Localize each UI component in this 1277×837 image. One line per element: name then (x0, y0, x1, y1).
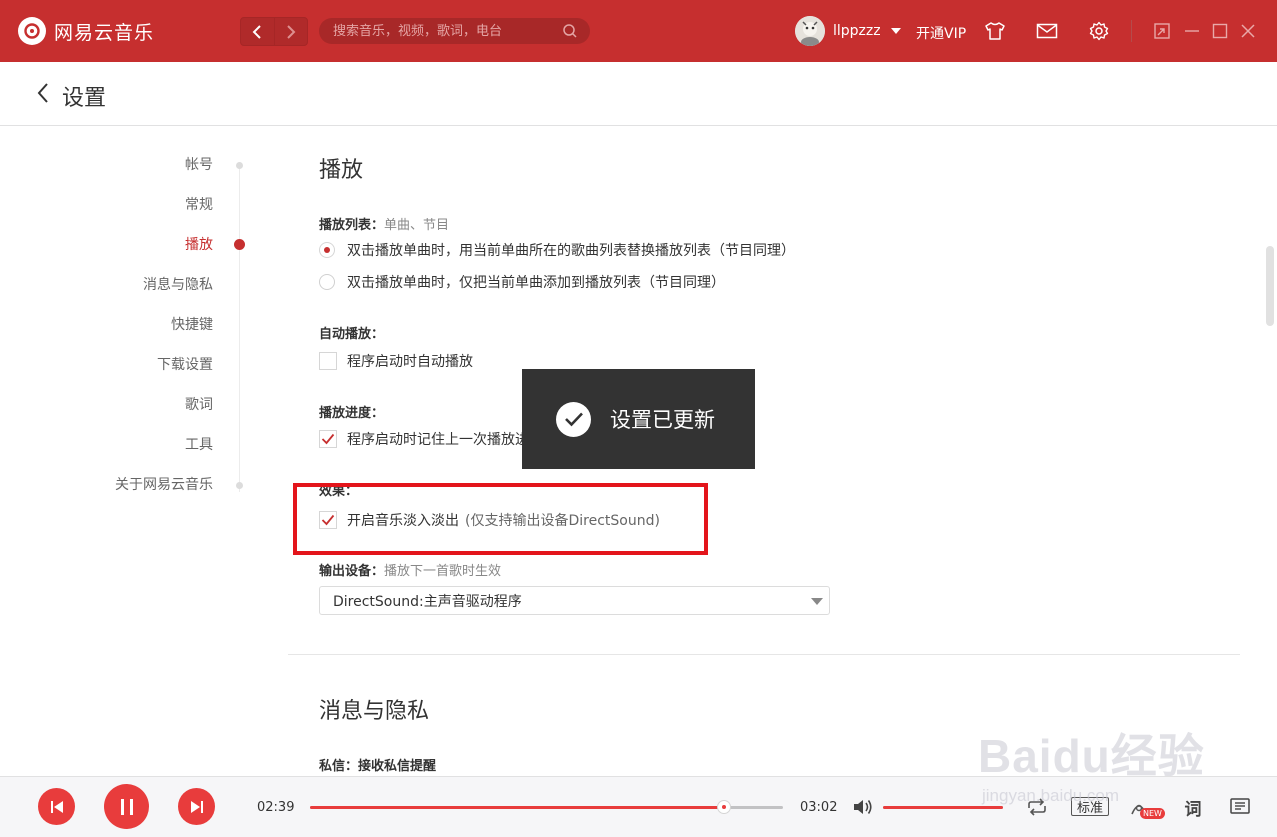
checkbox-label[interactable]: 程序启动时自动播放 (347, 351, 473, 371)
vip-link[interactable]: 开通VIP (916, 23, 966, 43)
toast-message: 设置已更新 (610, 408, 715, 432)
radio-label[interactable]: 双击播放单曲时，用当前单曲所在的歌曲列表替换播放列表（节目同理） (347, 240, 795, 260)
volume-icon[interactable] (851, 795, 875, 819)
playlist-label: 播放列表：单曲、节目 (319, 214, 449, 233)
highlight-annotation (293, 483, 708, 555)
back-button[interactable] (241, 18, 274, 45)
chevron-right-icon (287, 24, 296, 39)
playlist-label-text: 播放列表： (319, 218, 385, 233)
playlist-icon[interactable] (1228, 795, 1252, 819)
output-device-value[interactable]: DirectSound:主声音驱动程序 (333, 591, 522, 611)
progress-knob[interactable] (716, 800, 731, 814)
page-header: 设置 (0, 62, 1277, 126)
checkmark-icon (556, 401, 591, 437)
history-nav (240, 17, 308, 46)
checkbox[interactable] (319, 352, 337, 370)
current-time: 02:39 (257, 800, 295, 815)
lyrics-label[interactable]: 词 (1185, 795, 1202, 820)
dm-label-sub: 接收私信提醒 (358, 759, 437, 774)
playlist-option-append[interactable]: 双击播放单曲时，仅把当前单曲添加到播放列表（节目同理） (319, 272, 725, 292)
remember-progress-option[interactable]: 程序启动时记住上一次播放进度 (319, 429, 543, 449)
toast-notification: 设置已更新 (522, 369, 755, 469)
username[interactable]: llppzzz (833, 23, 881, 39)
dropdown-arrow-icon[interactable] (811, 598, 823, 605)
playlist-label-sub: 单曲、节目 (384, 218, 450, 233)
lyrics-button[interactable]: 词 (1181, 795, 1205, 820)
forward-button[interactable] (273, 18, 308, 45)
quality-button[interactable]: 标准 (1071, 797, 1109, 816)
search-bar (319, 18, 590, 44)
output-label-text: 输出设备： (319, 564, 385, 579)
dm-label-text: 私信： (319, 759, 359, 774)
app-name: 网易云音乐 (54, 21, 155, 44)
check-icon (321, 433, 335, 445)
progress-fill (310, 806, 724, 809)
total-time: 03:02 (800, 800, 838, 815)
radio-button-selected[interactable] (319, 242, 335, 258)
section-title-privacy: 消息与隐私 (319, 699, 430, 724)
top-bar: 网易云音乐 llppzzz 开通VIP (0, 0, 1277, 62)
radio-button[interactable] (319, 274, 335, 290)
page-title: 设置 (62, 86, 107, 111)
next-icon (190, 800, 203, 813)
search-input[interactable] (331, 22, 555, 40)
search-icon[interactable] (562, 23, 578, 43)
volume-fill (883, 806, 1003, 809)
progress-bar[interactable] (310, 800, 783, 814)
previous-button[interactable] (38, 788, 75, 825)
loop-mode-icon[interactable] (1025, 795, 1049, 819)
dm-label: 私信：接收私信提醒 (319, 755, 436, 774)
avatar[interactable] (795, 16, 825, 46)
volume-slider[interactable] (883, 806, 1003, 809)
section-divider (288, 654, 1240, 655)
autoplay-label: 自动播放： (319, 327, 385, 342)
skin-tshirt-icon[interactable] (984, 20, 1006, 42)
next-button[interactable] (178, 788, 215, 825)
autoplay-option[interactable]: 程序启动时自动播放 (319, 351, 473, 371)
mail-icon[interactable] (1036, 20, 1058, 42)
radio-label[interactable]: 双击播放单曲时，仅把当前单曲添加到播放列表（节目同理） (347, 272, 725, 292)
output-label-sub: 播放下一首歌时生效 (384, 564, 502, 579)
player-bar: 02:39 03:02 标准 NEW 词 (0, 776, 1277, 837)
checkbox-label[interactable]: 程序启动时记住上一次播放进度 (347, 429, 543, 449)
mini-mode-icon[interactable] (1151, 20, 1173, 42)
progress-label: 播放进度： (319, 406, 385, 421)
new-badge: NEW (1140, 808, 1165, 819)
maximize-icon[interactable] (1209, 20, 1231, 42)
gear-icon[interactable] (1088, 20, 1110, 42)
chevron-left-icon (252, 24, 261, 39)
app-logo[interactable]: 网易云音乐 (18, 17, 154, 45)
pause-button[interactable] (104, 784, 149, 829)
netease-logo-icon (18, 17, 46, 45)
checkbox-checked[interactable] (319, 430, 337, 448)
close-icon[interactable] (1237, 20, 1259, 42)
toolbar-divider (1131, 20, 1132, 42)
user-menu[interactable]: llppzzz (795, 16, 901, 46)
pause-icon (120, 798, 133, 815)
back-arrow-icon[interactable] (36, 82, 50, 108)
playlist-option-replace[interactable]: 双击播放单曲时，用当前单曲所在的歌曲列表替换播放列表（节目同理） (319, 240, 795, 260)
scrollbar-thumb[interactable] (1266, 246, 1274, 326)
section-title-playback: 播放 (319, 158, 364, 183)
minimize-icon[interactable] (1181, 20, 1203, 42)
previous-icon (50, 800, 63, 813)
caret-down-icon[interactable] (890, 28, 901, 34)
output-device-select[interactable]: DirectSound:主声音驱动程序 (319, 586, 830, 615)
output-device-label: 输出设备：播放下一首歌时生效 (319, 560, 501, 579)
